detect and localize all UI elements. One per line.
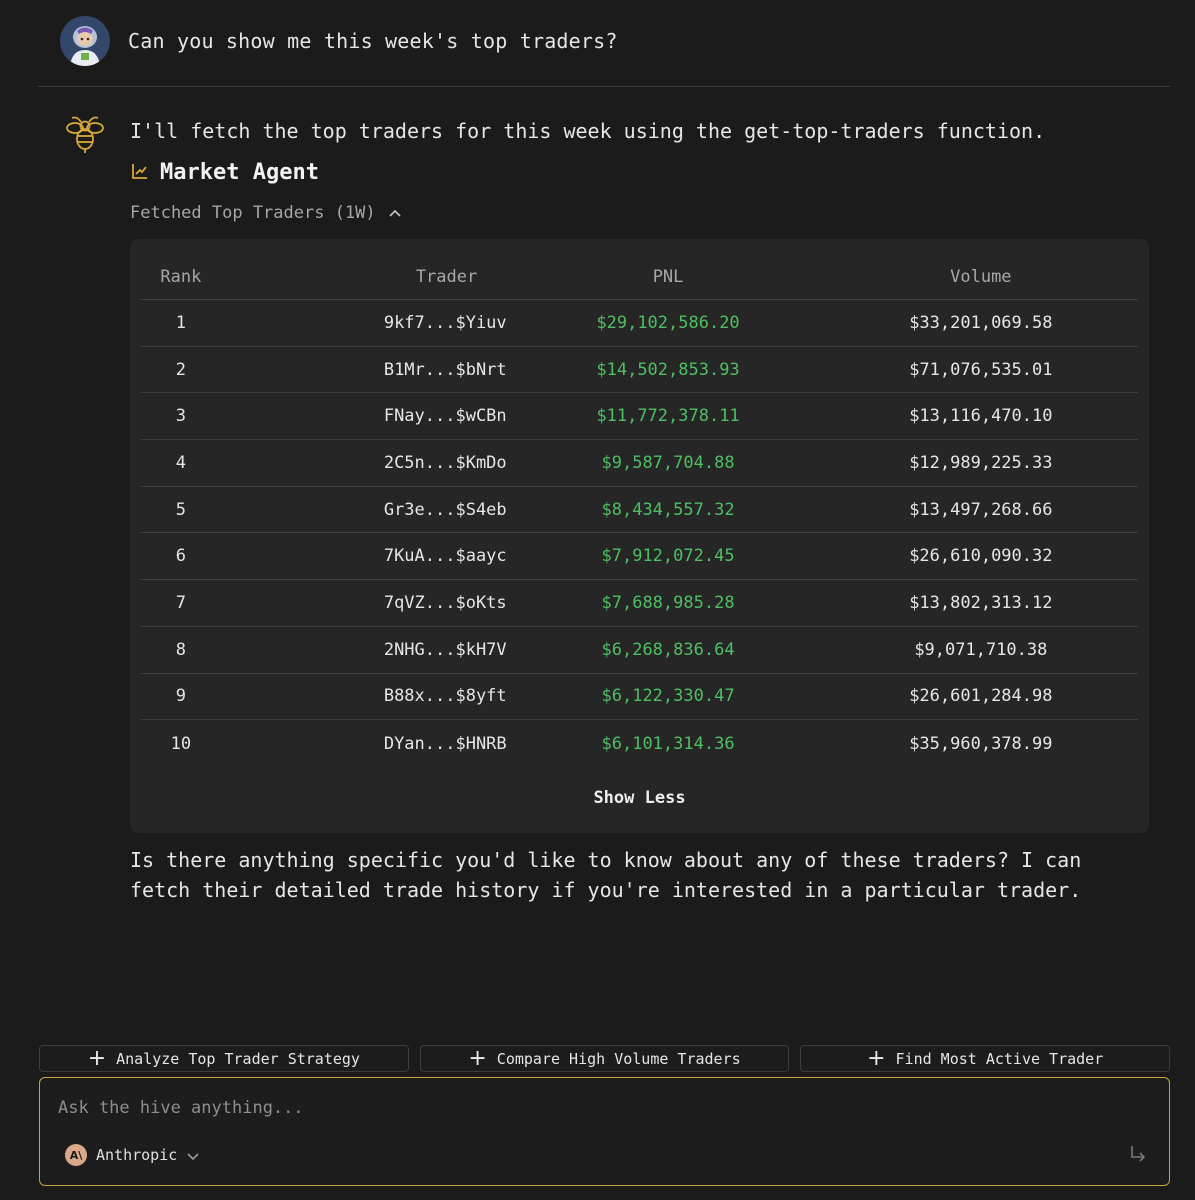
header-volume: Volume [950, 267, 1012, 287]
volume-cell: $35,960,378.99 [909, 733, 1053, 754]
bee-icon [63, 112, 107, 156]
table-row: 5 Gr3e...$S4eb $8,434,557.32 $13,497,268.66 [141, 487, 1138, 534]
chat-input-box: A\ Anthropic [39, 1077, 1170, 1186]
anthropic-logo-icon: A\ [65, 1144, 87, 1166]
top-traders-table: Rank Trader PNL Volume 1 9kf7...$Yiuv $29,… [130, 239, 1149, 833]
pnl-cell: $6,101,314.36 [601, 733, 735, 754]
suggestion-label: Find Most Active Trader [895, 1049, 1104, 1068]
show-less-button[interactable]: Show Less [130, 788, 1149, 808]
model-name: Anthropic [96, 1146, 178, 1164]
message-divider [38, 86, 1170, 87]
chevron-up-icon [388, 203, 402, 223]
table-row: 6 7KuA...$aayc $7,912,072.45 $26,610,090.32 [141, 534, 1138, 581]
rank-cell: 10 [170, 733, 192, 754]
pnl-cell: $6,268,836.64 [601, 639, 735, 660]
plus-icon: + [468, 1045, 487, 1071]
chat-input[interactable] [56, 1094, 1056, 1122]
user-message-text: Can you show me this week's top traders? [128, 29, 618, 53]
assistant-followup-text: Is there anything specific you'd like to… [130, 848, 1082, 902]
fetched-traders-toggle[interactable]: Fetched Top Traders (1W) [130, 203, 402, 223]
suggestion-label: Compare High Volume Traders [496, 1049, 741, 1068]
table-row: 8 2NHG...$kH7V $6,268,836.64 $9,071,710.38 [141, 627, 1138, 674]
pnl-cell: $7,912,072.45 [601, 546, 735, 567]
suggestion-label: Analyze Top Trader Strategy [116, 1049, 360, 1068]
pnl-cell: $9,587,704.88 [601, 452, 735, 473]
chart-line-icon [130, 161, 150, 185]
volume-cell: $13,497,268.66 [909, 499, 1053, 520]
table-row: 4 2C5n...$KmDo $9,587,704.88 $12,989,225.33 [141, 440, 1138, 487]
plus-icon: + [867, 1045, 886, 1071]
return-arrow-icon[interactable] [1129, 1144, 1147, 1168]
rank-cell: 7 [175, 593, 187, 614]
fetched-traders-label: Fetched Top Traders (1W) [130, 203, 376, 223]
volume-cell: $33,201,069.58 [909, 312, 1053, 333]
rank-cell: 6 [175, 546, 187, 567]
rank-cell: 4 [175, 452, 187, 473]
suggestion-compare-volume[interactable]: + Compare High Volume Traders [419, 1045, 790, 1072]
pnl-cell: $8,434,557.32 [601, 499, 735, 520]
rank-cell: 8 [175, 639, 187, 660]
volume-cell: $71,076,535.01 [909, 359, 1053, 380]
volume-cell: $13,116,470.10 [909, 406, 1053, 427]
table-row: 2 B1Mr...$bNrt $14,502,853.93 $71,076,535.0… [141, 347, 1138, 394]
suggestion-analyze-strategy[interactable]: + Analyze Top Trader Strategy [39, 1045, 409, 1072]
rank-cell: 5 [175, 499, 187, 520]
table-row: 7 7qVZ...$oKts $7,688,985.28 $13,802,313.12 [141, 580, 1138, 627]
pnl-cell: $11,772,378.11 [596, 406, 740, 427]
pnl-cell: $7,688,985.28 [601, 593, 735, 614]
rank-cell: 1 [175, 312, 187, 333]
rank-cell: 9 [175, 686, 187, 707]
volume-cell: $13,802,313.12 [909, 593, 1053, 614]
model-selector[interactable]: A\ Anthropic [65, 1144, 200, 1166]
pnl-cell: $14,502,853.93 [596, 359, 740, 380]
volume-cell: $26,601,284.98 [909, 686, 1053, 707]
rank-cell: 3 [175, 406, 187, 427]
pnl-cell: $6,122,330.47 [601, 686, 735, 707]
header-pnl: PNL [652, 267, 684, 287]
volume-cell: $26,610,090.32 [909, 546, 1053, 567]
volume-cell: $9,071,710.38 [914, 639, 1048, 660]
user-avatar [60, 16, 110, 66]
volume-cell: $12,989,225.33 [909, 452, 1053, 473]
pnl-cell: $29,102,586.20 [596, 312, 740, 333]
user-message: Can you show me this week's top traders? [60, 16, 618, 66]
table-row: 10 DYan...$HNRB $6,101,314.36 $35,960,378.9… [141, 720, 1138, 767]
rank-cell: 2 [175, 359, 187, 380]
assistant-intro-text: I'll fetch the top traders for this week… [130, 119, 1046, 143]
agent-title: Market Agent [160, 160, 319, 185]
table-row: 9 B88x...$8yft $6,122,330.47 $26,601,284.98 [141, 674, 1138, 721]
plus-icon: + [87, 1045, 107, 1071]
suggestion-chips: + Analyze Top Trader Strategy + Compare … [39, 1045, 1171, 1072]
table-header-row: Rank Trader PNL Volume [141, 255, 1138, 300]
table-row: 3 FNay...$wCBn $11,772,378.11 $13,116,470.1… [141, 393, 1138, 441]
table-row: 1 9kf7...$Yiuv $29,102,586.20 $33,201,069.5… [141, 300, 1138, 347]
suggestion-most-active[interactable]: + Find Most Active Trader [800, 1045, 1171, 1072]
chevron-down-icon [186, 1146, 200, 1165]
agent-header: Market Agent [130, 160, 319, 185]
header-rank: Rank [160, 267, 202, 287]
